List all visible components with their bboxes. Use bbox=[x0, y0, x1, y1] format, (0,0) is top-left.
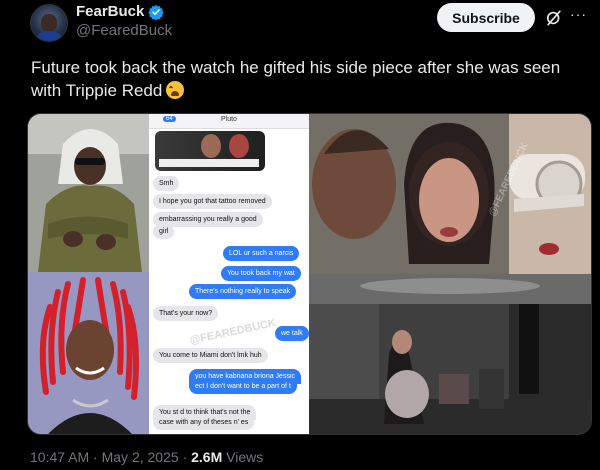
tweet-body: Future took back the watch he gifted his… bbox=[31, 58, 561, 100]
author-name[interactable]: FearBuck bbox=[76, 3, 144, 20]
chat-message: There's nothing really to speak bbox=[189, 284, 297, 299]
tweet-time[interactable]: 10:47 AM bbox=[30, 449, 89, 465]
meta-separator: · bbox=[93, 449, 98, 465]
chat-back-badge: 64 bbox=[163, 116, 176, 122]
chat-message: case with any of theses n' es bbox=[153, 415, 255, 430]
chat-message: I hope you got that tattoo removed bbox=[153, 194, 272, 209]
red-dreads-illustration bbox=[28, 272, 149, 434]
grok-icon[interactable] bbox=[544, 8, 564, 28]
chat-message: ect I don't want to be a part of t bbox=[189, 379, 297, 394]
chat-message: You come to Miami don't lmk huh bbox=[153, 348, 268, 363]
meta-separator: · bbox=[182, 449, 188, 465]
chat-message: we talk bbox=[275, 326, 309, 341]
media-photo-room[interactable] bbox=[309, 274, 591, 434]
media-chat-screenshot[interactable]: 64 Pluto Smh I hope you got that tattoo … bbox=[149, 114, 309, 434]
tweet-header: FearBuck @FearedBuck Subscribe ··· bbox=[0, 0, 600, 52]
verified-badge-icon bbox=[148, 5, 164, 20]
chat-message: LOL ur such a narcis bbox=[223, 246, 300, 261]
hoodie-man-illustration bbox=[28, 114, 149, 272]
loudly-crying-face-icon bbox=[166, 81, 185, 99]
media-photo-selfie[interactable]: @FEAREDBUCK bbox=[309, 114, 591, 274]
tweet-text: Future took back the watch he gifted his… bbox=[31, 56, 591, 102]
author-handle[interactable]: @FearedBuck bbox=[76, 22, 172, 39]
chat-header: 64 Pluto bbox=[149, 114, 309, 129]
views-count: 2.6M bbox=[191, 449, 223, 465]
chat-message: Smh bbox=[153, 176, 180, 191]
subscribe-button[interactable]: Subscribe bbox=[437, 3, 535, 32]
selfie-illustration bbox=[309, 114, 591, 274]
author-avatar[interactable] bbox=[30, 4, 68, 42]
chat-message: You took back my wat bbox=[221, 266, 301, 281]
chat-contact-name: Pluto bbox=[221, 116, 237, 123]
media-photo-red-dreads[interactable] bbox=[28, 272, 149, 434]
chat-embedded-photo bbox=[155, 131, 265, 171]
avatar-face bbox=[41, 14, 57, 32]
avatar-shirt bbox=[35, 31, 63, 41]
tweet-date[interactable]: May 2, 2025 bbox=[102, 449, 179, 465]
views-label: Views bbox=[226, 449, 264, 465]
tweet-meta: 10:47 AM · May 2, 2025 · 2.6M Views bbox=[30, 449, 263, 465]
chat-watermark: @FEAREDBUCK bbox=[188, 317, 278, 347]
media-photo-hoodie[interactable] bbox=[28, 114, 149, 272]
tweet-media[interactable]: 64 Pluto Smh I hope you got that tattoo … bbox=[27, 113, 592, 435]
more-options-icon[interactable]: ··· bbox=[570, 6, 594, 26]
room-illustration bbox=[309, 274, 591, 434]
chat-message: girl bbox=[153, 224, 175, 239]
chat-message: That's your now? bbox=[153, 306, 219, 321]
